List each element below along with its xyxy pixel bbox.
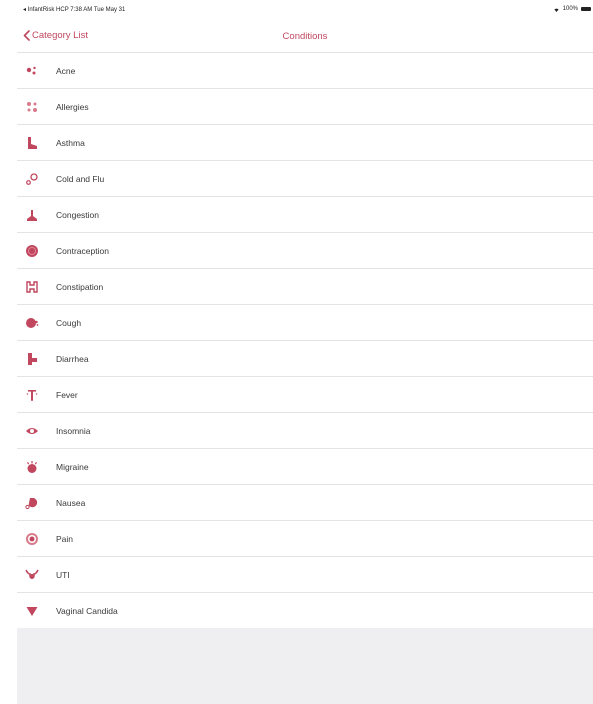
list-item-migraine[interactable]: Migraine [17,449,593,485]
list-item-fever[interactable]: Fever [17,377,593,413]
contraception-icon [23,242,41,260]
list-item-label: Pain [56,533,74,544]
page-title: Conditions [282,31,328,42]
app-window: ◂ InfantRisk HCP 7:38 AM Tue May 31 100%… [17,0,593,704]
insomnia-icon [23,422,41,440]
list-item-label: Nausea [56,497,86,508]
list-item-label: Cough [56,317,82,328]
list-item-label: Fever [56,389,78,400]
pain-icon [23,530,41,548]
list-item-allergies[interactable]: Allergies [17,89,593,125]
asthma-icon [23,134,41,152]
cold-flu-icon [23,170,41,188]
list-item-constipation[interactable]: Constipation [17,269,593,305]
list-item-insomnia[interactable]: Insomnia [17,413,593,449]
navigation-bar: Category List Conditions [17,24,593,53]
list-item-label: Congestion [56,209,100,220]
list-item-label: Asthma [56,137,85,148]
list-item-congestion[interactable]: Congestion [17,197,593,233]
acne-icon [23,62,41,80]
list-item-cold-and-flu[interactable]: Cold and Flu [17,161,593,197]
congestion-icon [23,206,41,224]
diarrhea-icon [23,350,41,368]
list-item-label: Vaginal Candida [56,605,118,616]
list-item-pain[interactable]: Pain [17,521,593,557]
list-item-label: Cold and Flu [56,173,105,184]
list-item-label: Insomnia [56,425,91,436]
cough-icon [23,314,41,332]
conditions-list: Acne Allergies Asthma Cold and Flu Conge… [17,53,593,629]
list-item-acne[interactable]: Acne [17,53,593,89]
battery-percent: 100% [562,6,578,12]
list-item-diarrhea[interactable]: Diarrhea [17,341,593,377]
nausea-icon [23,494,41,512]
migraine-icon [23,458,41,476]
list-item-label: UTI [56,569,70,580]
battery-icon [581,7,591,11]
list-item-label: Acne [56,65,76,76]
list-item-vaginal-candida[interactable]: Vaginal Candida [17,593,593,629]
list-item-label: Allergies [56,101,89,112]
wifi-icon [554,8,559,12]
status-bar-right: 100% [553,6,591,12]
list-item-nausea[interactable]: Nausea [17,485,593,521]
fever-icon [23,386,41,404]
list-item-label: Constipation [56,281,104,292]
constipation-icon [23,278,41,296]
vaginal-candida-icon [23,602,41,620]
list-item-uti[interactable]: UTI [17,557,593,593]
list-item-label: Contraception [56,245,109,256]
allergies-icon [23,98,41,116]
status-bar: ◂ InfantRisk HCP 7:38 AM Tue May 31 100% [17,0,593,24]
list-item-cough[interactable]: Cough [17,305,593,341]
status-bar-left: ◂ InfantRisk HCP 7:38 AM Tue May 31 [23,7,126,13]
uti-icon [23,566,41,584]
list-item-asthma[interactable]: Asthma [17,125,593,161]
list-item-label: Migraine [56,461,89,472]
list-item-contraception[interactable]: Contraception [17,233,593,269]
list-item-label: Diarrhea [56,353,89,364]
empty-footer-area [17,628,593,704]
